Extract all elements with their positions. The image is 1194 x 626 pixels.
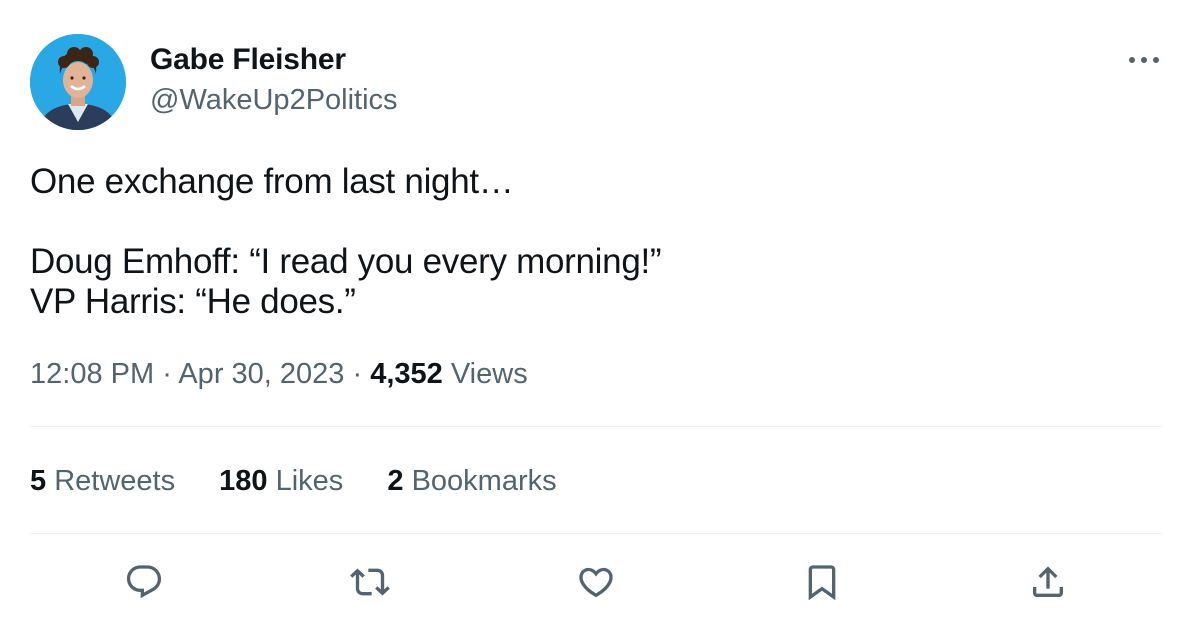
- likes-count: 180: [219, 465, 268, 497]
- bookmarks-stat[interactable]: 2 Bookmarks: [387, 463, 556, 499]
- retweet-icon: [350, 568, 390, 596]
- bookmark-icon: [808, 565, 836, 601]
- author-avatar[interactable]: [30, 34, 126, 130]
- bookmarks-label: Bookmarks: [411, 465, 557, 497]
- likes-label: Likes: [275, 465, 344, 497]
- views-label: Views: [450, 358, 528, 390]
- views-count: 4,352: [370, 358, 443, 390]
- profile-photo-icon: [30, 34, 126, 130]
- retweet-button[interactable]: [348, 560, 392, 604]
- tweet-text-line: VP Harris: “He does.”: [30, 282, 356, 321]
- paragraph-break: [30, 202, 1150, 242]
- retweets-label: Retweets: [54, 465, 176, 497]
- tweet-text: One exchange from last night… Doug Emhof…: [30, 162, 1150, 322]
- author-name[interactable]: Gabe Fleisher: [150, 42, 346, 78]
- tweet-metadata: 12:08 PM · Apr 30, 2023 · 4,352 Views: [30, 356, 528, 392]
- meta-separator: ·: [352, 358, 363, 390]
- tweet-time[interactable]: 12:08 PM: [30, 358, 154, 390]
- engagement-stats: 5 Retweets 180 Likes 2 Bookmarks: [30, 463, 593, 499]
- divider: [30, 426, 1162, 427]
- meta-separator: ·: [162, 358, 172, 390]
- share-button[interactable]: [1026, 560, 1070, 604]
- author-handle[interactable]: @WakeUp2Politics: [150, 83, 398, 117]
- tweet-actions: [0, 560, 1194, 604]
- bookmarks-count: 2: [387, 465, 404, 497]
- like-button[interactable]: [574, 560, 618, 604]
- retweets-count: 5: [30, 465, 47, 497]
- tweet-date[interactable]: Apr 30, 2023: [178, 358, 344, 390]
- likes-stat[interactable]: 180 Likes: [219, 463, 343, 499]
- tweet-text-line: Doug Emhoff: “I read you every morning!”: [30, 242, 662, 281]
- retweets-stat[interactable]: 5 Retweets: [30, 463, 175, 499]
- share-icon: [1033, 566, 1063, 597]
- divider: [30, 533, 1162, 534]
- more-horizontal-icon: [1129, 57, 1159, 63]
- more-options-button[interactable]: [1124, 46, 1164, 74]
- tweet-text-line: One exchange from last night…: [30, 162, 514, 201]
- reply-icon: [126, 565, 162, 599]
- like-icon: [579, 567, 613, 598]
- bookmark-button[interactable]: [800, 560, 844, 604]
- reply-button[interactable]: [122, 560, 166, 604]
- tweet-detail: Gabe Fleisher @WakeUp2Politics One excha…: [0, 0, 1194, 626]
